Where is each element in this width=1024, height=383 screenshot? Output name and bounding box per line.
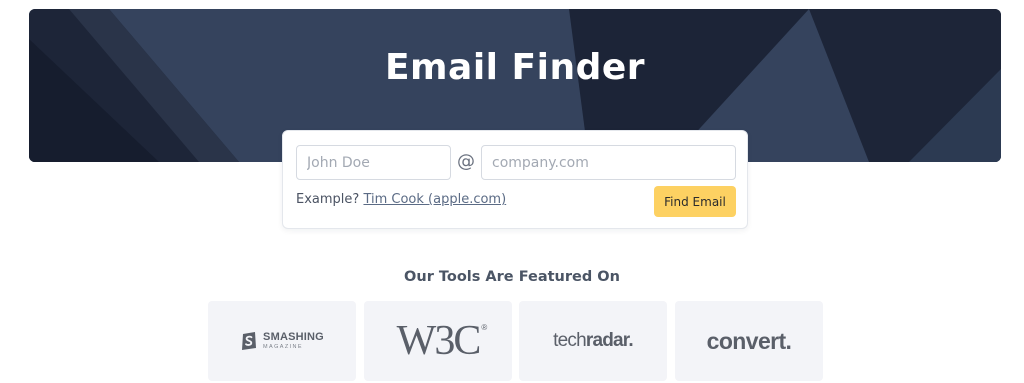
convert-logo-icon: convert. [707,328,792,355]
convert-logo-tail: ert [757,327,786,354]
featured-logo-w3c[interactable]: W3C ® [364,301,512,381]
w3c-logo-name: W3C [396,318,482,364]
featured-logo-convert[interactable]: convert. [675,301,823,381]
techradar-logo-bold: radar [585,330,629,351]
smashing-logo-name: SMASHING [263,330,324,343]
domain-input[interactable] [481,145,736,180]
convert-logo-name: conv [706,327,759,354]
find-email-button[interactable]: Find Email [654,186,736,217]
featured-logo-smashing[interactable]: SMASHING MAGAZINE [208,301,356,381]
example-hint: Example? Tim Cook (apple.com) [296,192,506,207]
convert-logo-dot: . [785,327,792,354]
full-name-input[interactable] [296,145,451,180]
techradar-logo-icon: techradar. [553,330,634,352]
at-symbol: @ [457,151,475,172]
w3c-logo-icon: W3C ® [396,317,488,365]
email-search-form: @ Example? Tim Cook (apple.com) Find Ema… [282,130,748,229]
smashing-logo-icon [242,332,257,350]
example-link[interactable]: Tim Cook (apple.com) [363,192,506,207]
featured-logo-techradar[interactable]: techradar. [519,301,667,381]
featured-heading: Our Tools Are Featured On [404,269,620,285]
techradar-logo-light: tech [553,330,587,351]
techradar-logo-dot: . [628,330,633,351]
page-title: Email Finder [384,47,646,88]
w3c-registered-mark: ® [481,323,488,332]
example-label: Example? [296,192,360,207]
smashing-logo-sub: MAGAZINE [263,343,303,350]
